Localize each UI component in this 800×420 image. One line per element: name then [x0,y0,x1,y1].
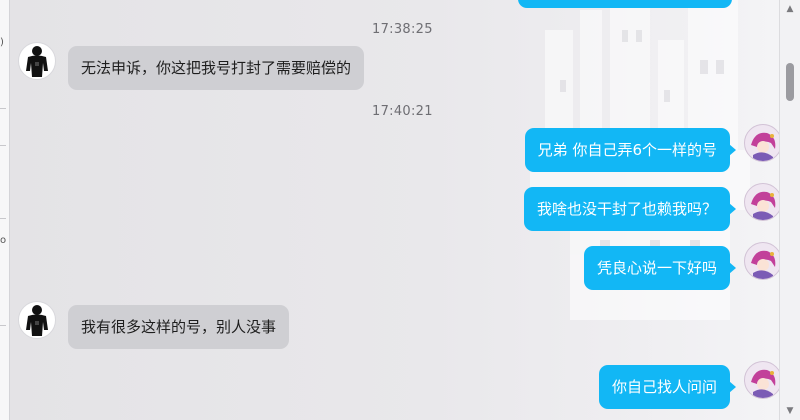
my-avatar[interactable] [744,183,780,221]
edge-glyph: o [0,235,7,246]
outgoing-message-bubble[interactable]: 你自己找人问问 [598,365,737,409]
panel-divider [0,108,6,109]
anime-character-avatar-icon [745,243,780,279]
contact-avatar[interactable] [18,42,56,80]
dark-silhouette-avatar-icon [26,46,48,77]
dark-silhouette-avatar-icon [26,305,48,336]
outgoing-message-bubble[interactable]: 凭良心说一下好吗 [583,246,737,290]
message-timestamp: 17:38:25 [372,22,433,37]
anime-character-avatar-icon [745,184,780,220]
chat-message-area[interactable]: 17:38:25 无法申诉，你这把我号打封了需要赔偿的 17:40:21 兄弟 … [10,0,780,420]
anime-character-avatar-icon [745,362,780,398]
panel-divider [0,218,6,219]
panel-divider [0,325,6,326]
triangle-up-icon[interactable]: ▲ [780,0,800,18]
edge-glyph: ) [0,37,4,48]
outgoing-message-bubble[interactable]: 我啥也没干封了也赖我吗？ [523,187,737,231]
outgoing-message-bubble-partial[interactable] [518,0,732,8]
my-avatar[interactable] [744,124,780,162]
chat-scrollbar[interactable]: ▲ ▼ [779,0,800,420]
scrollbar-thumb[interactable] [786,63,794,101]
outgoing-message-bubble[interactable]: 兄弟 你自己弄6个一样的号 [524,128,737,172]
incoming-message-bubble[interactable]: 我有很多这样的号，别人没事 [68,305,290,349]
my-avatar[interactable] [744,361,780,399]
incoming-message-bubble[interactable]: 无法申诉，你这把我号打封了需要赔偿的 [68,46,365,90]
contact-avatar[interactable] [18,301,56,339]
triangle-down-icon[interactable]: ▼ [780,402,800,420]
anime-character-avatar-icon [745,125,780,161]
message-timestamp: 17:40:21 [372,104,433,119]
panel-divider [0,145,6,146]
left-panel-edge: ) o [0,0,10,420]
my-avatar[interactable] [744,242,780,280]
